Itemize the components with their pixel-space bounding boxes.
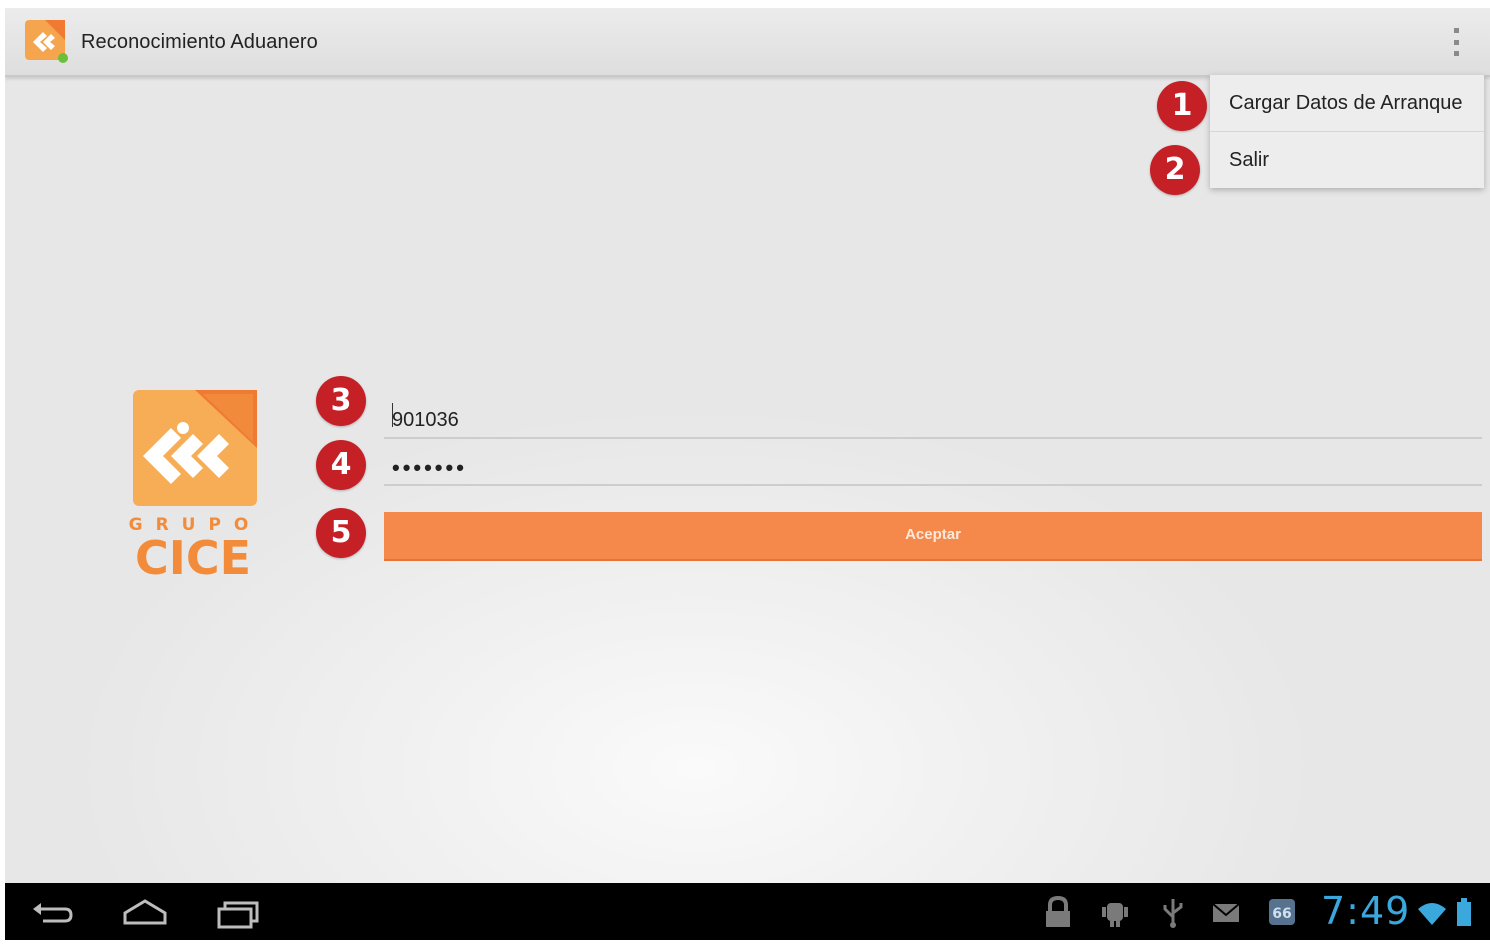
logo-text-cice: CICE	[135, 531, 251, 576]
battery-icon	[1457, 898, 1471, 926]
menu-item-cargar-datos[interactable]: Cargar Datos de Arranque	[1210, 75, 1484, 132]
system-navigation-bar: 66 7:49	[5, 883, 1490, 940]
user-input-value: 901036	[392, 409, 459, 431]
recents-icon[interactable]	[215, 893, 261, 929]
wifi-icon	[1418, 903, 1446, 925]
android-debug-icon	[1102, 903, 1128, 927]
menu-item-label: Cargar Datos de Arranque	[1229, 92, 1463, 114]
callout-badge-4: 4	[316, 440, 366, 490]
android-screen: Reconocimiento Aduanero Cargar Datos de …	[5, 8, 1490, 940]
menu-item-salir[interactable]: Salir	[1210, 132, 1484, 188]
lock-icon	[1046, 895, 1070, 927]
svg-text:66: 66	[1272, 906, 1291, 922]
action-bar: Reconocimiento Aduanero	[5, 8, 1490, 77]
app-icon	[25, 20, 68, 63]
password-input-value: •••••••	[392, 455, 467, 480]
callout-badge-1: 1	[1157, 81, 1207, 131]
home-icon[interactable]	[121, 893, 169, 929]
callout-badge-3: 3	[316, 376, 366, 426]
overflow-menu-icon[interactable]	[1445, 24, 1467, 60]
password-input[interactable]: •••••••	[384, 444, 1482, 486]
overflow-menu: Cargar Datos de Arranque Salir	[1210, 75, 1484, 188]
back-icon[interactable]	[29, 893, 75, 929]
app-title: Reconocimiento Aduanero	[81, 31, 318, 53]
callout-badge-5: 5	[316, 508, 366, 558]
email-icon	[1212, 903, 1240, 922]
grupo-cice-logo: GRUPO CICE	[129, 390, 257, 576]
accept-button[interactable]: Aceptar	[384, 512, 1482, 561]
callout-badge-2: 2	[1150, 145, 1200, 195]
status-clock: 7:49	[1321, 889, 1411, 933]
user-input[interactable]: 901036	[384, 397, 1482, 439]
usb-icon	[1163, 899, 1183, 928]
app-notification-icon: 66	[1269, 899, 1295, 925]
menu-item-label: Salir	[1229, 149, 1270, 171]
